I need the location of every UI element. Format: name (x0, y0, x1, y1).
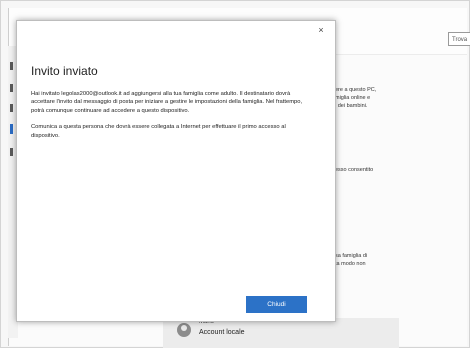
dialog-message: Hai invitato legolas2000@outlook.it ad a… (31, 90, 313, 148)
close-icon[interactable]: × (315, 24, 327, 36)
invite-sent-dialog: × Invito inviato Hai invitato legolas200… (16, 20, 336, 322)
account-type: Account locale (199, 329, 245, 336)
background-text: ere a questo PC, (335, 87, 377, 93)
sidebar-home-icon[interactable] (10, 62, 13, 70)
close-button[interactable]: Chiudi (246, 296, 307, 313)
sidebar-item-icon[interactable] (10, 84, 13, 92)
background-text: miglia online e (335, 95, 371, 101)
avatar (177, 323, 191, 337)
sidebar-item-icon[interactable] (10, 104, 13, 112)
dialog-paragraph: Hai invitato legolas2000@outlook.it ad a… (31, 91, 303, 114)
background-text: i dei bambini. (335, 103, 368, 109)
sidebar-item-selected-icon[interactable] (10, 124, 13, 134)
background-text: sa famiglia di (335, 253, 368, 259)
search-input[interactable]: Trova (448, 32, 470, 46)
dialog-title: Invito inviato (31, 64, 98, 78)
dialog-paragraph: Comunica a questa persona che dovrà esse… (31, 124, 286, 139)
user-icon (181, 325, 187, 331)
account-list-item[interactable]: Mario Account locale (163, 318, 399, 348)
sidebar-item-icon[interactable] (10, 148, 13, 156)
background-text: esso consentito (335, 167, 374, 173)
background-text: ta modo non (335, 261, 366, 267)
